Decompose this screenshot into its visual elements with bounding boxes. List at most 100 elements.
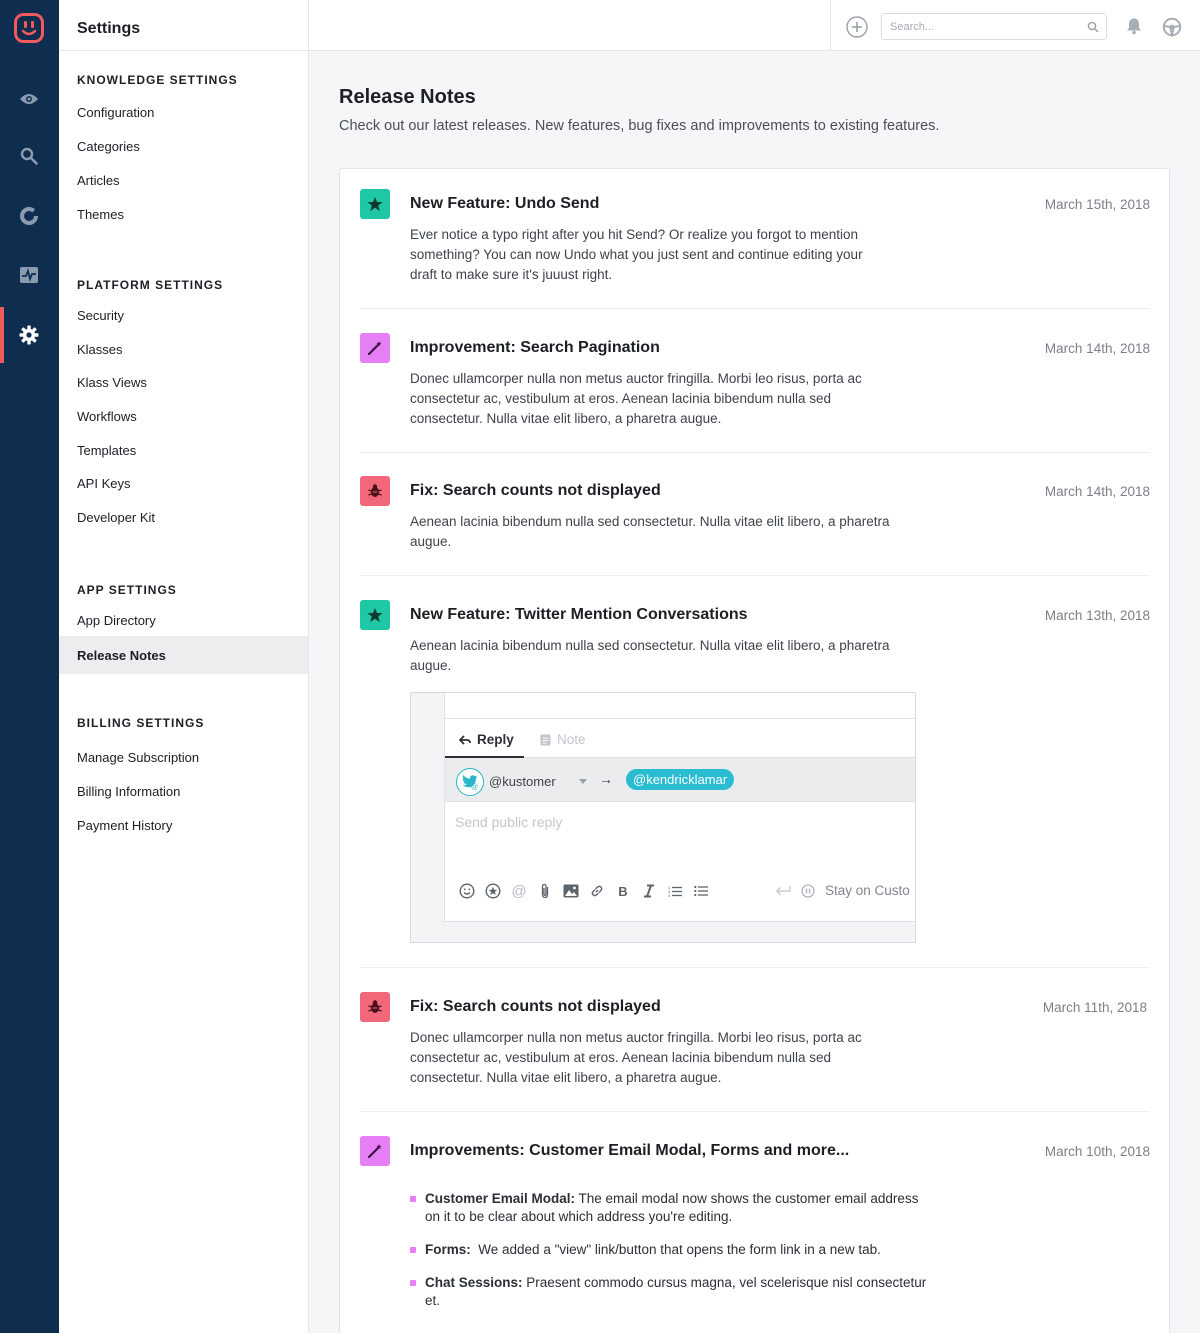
eye-icon[interactable] xyxy=(14,84,44,114)
list-item-text: We added a "view" link/button that opens… xyxy=(470,1242,881,1257)
magic-wand-icon xyxy=(360,1136,390,1166)
tab-reply[interactable]: Reply xyxy=(459,732,514,747)
entry-title: New Feature: Twitter Mention Conversatio… xyxy=(410,606,748,623)
bold-icon[interactable]: B xyxy=(615,883,631,899)
emoji-icon[interactable] xyxy=(459,883,475,899)
sidebar-item-app-directory[interactable]: App Directory xyxy=(59,603,308,637)
sidebar-item-developer-kit[interactable]: Developer Kit xyxy=(59,500,308,534)
settings-sidebar: Settings KNOWLEDGE SETTINGS Configuratio… xyxy=(59,0,309,1333)
attachment-icon[interactable] xyxy=(537,883,553,899)
tab-note[interactable]: Note xyxy=(540,732,586,747)
entry-date: March 11th, 2018 xyxy=(1042,1000,1147,1015)
entry-date: March 10th, 2018 xyxy=(1044,1144,1150,1159)
entry-body: Donec ullamcorper nulla non metus auctor… xyxy=(410,1030,862,1085)
entry-title: Fix: Search counts not displayed xyxy=(410,998,661,1015)
entry-divider xyxy=(360,575,1150,576)
app-rail xyxy=(0,0,59,1333)
improvement-list: Customer Email Modal: The email modal no… xyxy=(410,1190,930,1325)
entry-date: March 15th, 2018 xyxy=(1044,197,1150,212)
bullet-list-icon[interactable] xyxy=(693,883,709,899)
star-icon xyxy=(360,600,390,630)
page-title: Release Notes xyxy=(339,86,476,108)
bell-icon[interactable] xyxy=(1125,17,1143,40)
svg-text:3: 3 xyxy=(668,893,671,897)
list-item: Customer Email Modal: The email modal no… xyxy=(410,1190,930,1226)
entry-date: March 13th, 2018 xyxy=(1044,608,1150,623)
list-item: Forms: We added a "view" link/button tha… xyxy=(410,1241,930,1259)
steering-wheel-icon[interactable] xyxy=(1162,17,1182,42)
entry-divider xyxy=(360,308,1150,309)
sender-handle[interactable]: @kustomer xyxy=(489,774,556,789)
recipient-bar: @ @kustomer → @kendricklamar xyxy=(445,758,915,802)
feature-screenshot: Reply Note @ @kustomer → @kendricklamar xyxy=(410,692,916,943)
image-icon[interactable] xyxy=(563,883,579,899)
return-icon xyxy=(775,885,791,895)
entry-title: New Feature: Undo Send xyxy=(410,195,600,212)
add-icon[interactable] xyxy=(846,16,868,38)
entry-body: Aenean lacinia bibendum nulla sed consec… xyxy=(410,514,890,549)
entry-title: Improvement: Search Pagination xyxy=(410,339,660,356)
stay-on-customer[interactable]: Stay on Custo xyxy=(775,883,910,898)
reply-placeholder[interactable]: Send public reply xyxy=(455,814,562,830)
list-item-label: Chat Sessions: xyxy=(425,1275,523,1290)
entry-divider xyxy=(360,452,1150,453)
composer-divider xyxy=(445,718,915,719)
numbered-list-icon[interactable]: 123 xyxy=(667,883,683,899)
section-title-app: APP SETTINGS xyxy=(77,583,177,597)
sidebar-item-klasses[interactable]: Klasses xyxy=(59,332,308,366)
sidebar-item-release-notes[interactable]: Release Notes xyxy=(59,636,308,674)
topbar-divider xyxy=(830,0,831,50)
search-icon[interactable] xyxy=(14,141,44,171)
mention-icon[interactable]: @ xyxy=(511,883,527,900)
reply-composer: Reply Note @ @kustomer → @kendricklamar xyxy=(444,693,915,922)
sidebar-item-security[interactable]: Security xyxy=(59,298,308,332)
sidebar-item-categories[interactable]: Categories xyxy=(59,129,308,163)
page-subtitle: Check out our latest releases. New featu… xyxy=(339,118,940,134)
main-content: Release Notes Check out our latest relea… xyxy=(309,51,1200,1333)
sidebar-item-billing-information[interactable]: Billing Information xyxy=(59,774,308,808)
entry-title: Fix: Search counts not displayed xyxy=(410,482,661,499)
sidebar-item-themes[interactable]: Themes xyxy=(59,197,308,231)
kustomer-logo-icon[interactable] xyxy=(14,13,44,43)
active-indicator xyxy=(0,307,4,363)
pause-icon xyxy=(801,883,815,898)
recipient-chip[interactable]: @kendricklamar xyxy=(626,769,735,790)
entry-body: Aenean lacinia bibendum nulla sed consec… xyxy=(410,638,890,673)
note-icon xyxy=(540,734,551,745)
sidebar-item-articles[interactable]: Articles xyxy=(59,163,308,197)
search-icon[interactable] xyxy=(1087,20,1099,38)
twitter-icon: @ xyxy=(456,768,484,796)
entry-divider xyxy=(360,967,1150,968)
star-badge-icon[interactable] xyxy=(485,883,501,899)
section-title-billing: BILLING SETTINGS xyxy=(77,716,205,730)
section-title-knowledge: KNOWLEDGE SETTINGS xyxy=(77,73,238,87)
search-box[interactable] xyxy=(881,13,1107,40)
link-icon[interactable] xyxy=(589,883,605,899)
sidebar-item-payment-history[interactable]: Payment History xyxy=(59,808,308,842)
search-input[interactable] xyxy=(882,14,1072,39)
format-toolbar: @ B 123 xyxy=(459,883,709,900)
sidebar-item-manage-subscription[interactable]: Manage Subscription xyxy=(59,740,308,774)
reply-arrow-icon xyxy=(459,734,471,745)
italic-icon[interactable] xyxy=(641,883,657,899)
list-item-label: Customer Email Modal: xyxy=(425,1191,576,1206)
activity-icon[interactable] xyxy=(14,260,44,290)
section-title-platform: PLATFORM SETTINGS xyxy=(77,278,224,292)
entry-divider xyxy=(360,1111,1150,1112)
sidebar-item-api-keys[interactable]: API Keys xyxy=(59,466,308,500)
gear-icon[interactable] xyxy=(14,320,44,350)
chevron-down-icon[interactable] xyxy=(579,779,587,784)
sidebar-title: Settings xyxy=(59,0,308,51)
bug-icon xyxy=(360,476,390,506)
entry-body: Donec ullamcorper nulla non metus auctor… xyxy=(410,371,862,426)
bug-icon xyxy=(360,992,390,1022)
entry-date: March 14th, 2018 xyxy=(1044,341,1150,356)
entry-body: Ever notice a typo right after you hit S… xyxy=(410,227,863,282)
sidebar-item-templates[interactable]: Templates xyxy=(59,433,308,467)
sidebar-item-klass-views[interactable]: Klass Views xyxy=(59,365,308,399)
sidebar-item-configuration[interactable]: Configuration xyxy=(59,95,308,129)
entry-date: March 14th, 2018 xyxy=(1044,484,1150,499)
sidebar-item-workflows[interactable]: Workflows xyxy=(59,399,308,433)
list-item: Chat Sessions: Praesent commodo cursus m… xyxy=(410,1274,930,1310)
pie-chart-icon[interactable] xyxy=(14,201,44,231)
